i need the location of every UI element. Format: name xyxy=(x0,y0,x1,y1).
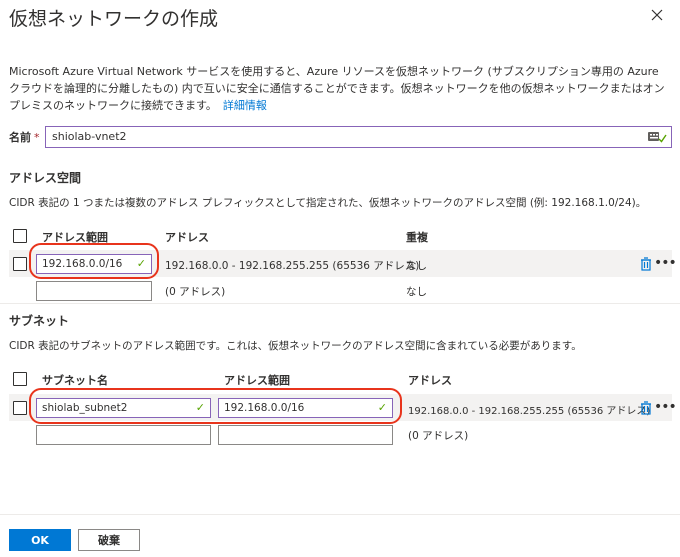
address-space-description: CIDR 表記の 1 つまたは複数のアドレス プレフィックスとして指定された、仮… xyxy=(9,197,647,209)
more-icon[interactable]: ••• xyxy=(654,256,677,270)
trash-icon[interactable] xyxy=(640,257,652,271)
address-row-1-overlap: なし xyxy=(406,260,427,272)
subnet-name-header: サブネット名 xyxy=(42,374,108,387)
subnet-select-all-checkbox[interactable] xyxy=(13,372,27,386)
address-space-title: アドレス空間 xyxy=(9,171,82,185)
subnet-name-input-1[interactable]: shiolab_subnet2 ✓ xyxy=(36,398,211,418)
section-divider xyxy=(0,303,680,304)
dialog-title: 仮想ネットワークの作成 xyxy=(9,8,219,30)
address-row-1-addresses: 192.168.0.0 - 192.168.255.255 (65536 アドレ… xyxy=(165,260,420,272)
required-mark: * xyxy=(34,131,40,144)
name-label-text: 名前 xyxy=(9,131,31,144)
close-icon[interactable] xyxy=(650,8,664,22)
address-range-header: アドレス範囲 xyxy=(42,231,108,244)
trash-icon[interactable] xyxy=(640,401,652,415)
address-select-all-checkbox[interactable] xyxy=(13,229,27,243)
name-label: 名前 * xyxy=(9,129,40,145)
ok-button[interactable]: OK xyxy=(9,529,71,551)
learn-more-link[interactable]: 詳細情報 xyxy=(223,99,267,112)
subnet-range-input-1[interactable]: 192.168.0.0/16 ✓ xyxy=(218,398,393,418)
subnet-address-header: アドレス xyxy=(408,374,452,387)
subnet-row-1-checkbox[interactable] xyxy=(13,401,27,415)
address-range-value-1: 192.168.0.0/16 xyxy=(42,258,123,270)
address-header: アドレス xyxy=(165,231,209,244)
subnet-row-1-addresses: 192.168.0.0 - 192.168.255.255 (65536 アドレ… xyxy=(408,406,651,417)
description-text: Microsoft Azure Virtual Network サービスを使用す… xyxy=(9,65,665,112)
field-helper-icon[interactable] xyxy=(647,129,667,145)
subnet-row-2-addresses: (0 アドレス) xyxy=(408,430,469,442)
address-range-input-1[interactable]: 192.168.0.0/16 ✓ xyxy=(36,254,152,274)
subnet-range-value-1: 192.168.0.0/16 xyxy=(224,402,305,414)
checkmark-icon: ✓ xyxy=(377,401,387,414)
subnet-range-input-2[interactable] xyxy=(218,425,393,445)
dialog-description: Microsoft Azure Virtual Network サービスを使用す… xyxy=(9,63,669,114)
discard-button[interactable]: 破棄 xyxy=(78,529,140,551)
footer-divider xyxy=(0,514,680,515)
address-row-1-checkbox[interactable] xyxy=(13,257,27,271)
subnet-name-value-1: shiolab_subnet2 xyxy=(42,402,128,414)
subnet-name-input-2[interactable] xyxy=(36,425,211,445)
more-icon[interactable]: ••• xyxy=(654,400,677,414)
address-range-input-2[interactable] xyxy=(36,281,152,301)
checkmark-icon: ✓ xyxy=(136,257,146,270)
subnet-description: CIDR 表記のサブネットのアドレス範囲です。これは、仮想ネットワークのアドレス… xyxy=(9,340,582,352)
overlap-header: 重複 xyxy=(406,231,428,244)
name-input[interactable]: shiolab-vnet2 xyxy=(45,126,672,148)
address-row-2-addresses: (0 アドレス) xyxy=(165,286,226,298)
subnet-range-header: アドレス範囲 xyxy=(224,374,290,387)
address-row-2-overlap: なし xyxy=(406,286,427,298)
checkmark-icon: ✓ xyxy=(195,401,205,414)
subnet-title: サブネット xyxy=(9,314,70,328)
